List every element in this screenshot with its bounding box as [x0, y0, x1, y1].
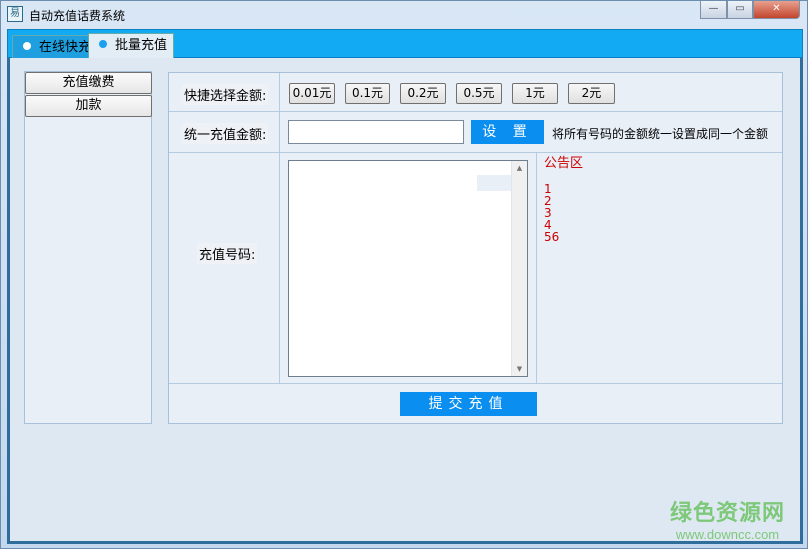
- phone-numbers-textarea[interactable]: ▲ ▼: [288, 160, 528, 377]
- unified-amount-input[interactable]: [288, 120, 464, 144]
- selection-highlight: [477, 175, 511, 191]
- batch-form: 快捷选择金额: 0.01元 0.1元 0.2元 0.5元 1元 2元 统一充值金…: [168, 72, 783, 424]
- maximize-button[interactable]: ▭: [727, 1, 753, 19]
- divider: [169, 152, 782, 153]
- scrollbar[interactable]: ▲ ▼: [511, 161, 527, 376]
- amount-button-0.1[interactable]: 0.1元: [345, 83, 390, 104]
- amount-button-1[interactable]: 1元: [512, 83, 558, 104]
- add-funds-button[interactable]: 加款: [25, 95, 152, 117]
- tab-dot-icon: [23, 42, 31, 50]
- close-button[interactable]: ✕: [753, 1, 800, 19]
- tab-dot-icon: [99, 40, 107, 48]
- watermark-cn: 绿色资源网: [669, 501, 785, 526]
- amount-button-0.2[interactable]: 0.2元: [400, 83, 446, 104]
- tab-online-recharge[interactable]: 在线快充: [12, 35, 99, 59]
- watermark: 绿色资源网 www.downcc.com: [670, 495, 785, 542]
- watermark-url: www.downcc.com: [675, 527, 780, 542]
- tab-label: 批量充值: [115, 38, 168, 53]
- amount-button-2[interactable]: 2元: [568, 83, 615, 104]
- app-window: 易 自动充值话费系统 — ▭ ✕ 在线快充 批量充值 充值缴费 加款 快捷选择金…: [0, 0, 808, 549]
- divider: [536, 153, 537, 383]
- app-logo-icon: 易: [7, 6, 23, 22]
- tab-batch-recharge[interactable]: 批量充值: [88, 33, 175, 59]
- left-panel: 充值缴费 加款: [24, 71, 152, 424]
- quick-amount-label: 快捷选择金额:: [182, 84, 269, 105]
- window-title: 自动充值话费系统: [29, 9, 126, 23]
- amount-button-0.01[interactable]: 0.01元: [289, 83, 335, 104]
- notice-line: 56: [544, 230, 560, 244]
- divider: [169, 111, 782, 112]
- tab-label: 在线快充: [39, 40, 92, 55]
- scroll-down-icon[interactable]: ▼: [512, 365, 527, 373]
- divider: [279, 73, 280, 383]
- tab-strip: 在线快充 批量充值: [7, 29, 803, 59]
- divider: [169, 383, 782, 384]
- recharge-payment-button[interactable]: 充值缴费: [25, 72, 152, 94]
- scroll-up-icon[interactable]: ▲: [512, 164, 527, 172]
- set-button[interactable]: 设 置: [471, 120, 544, 144]
- notice-board: 公告区 1 2 3 4 56: [544, 156, 584, 244]
- notice-title: 公告区: [544, 156, 584, 171]
- amount-button-0.5[interactable]: 0.5元: [456, 83, 502, 104]
- submit-recharge-button[interactable]: 提交充值: [400, 392, 537, 416]
- phone-numbers-label: 充值号码:: [197, 243, 258, 264]
- minimize-button[interactable]: —: [700, 1, 727, 19]
- unified-amount-label: 统一充值金额:: [182, 123, 269, 144]
- set-note: 将所有号码的金额统一设置成同一个金额: [552, 127, 769, 141]
